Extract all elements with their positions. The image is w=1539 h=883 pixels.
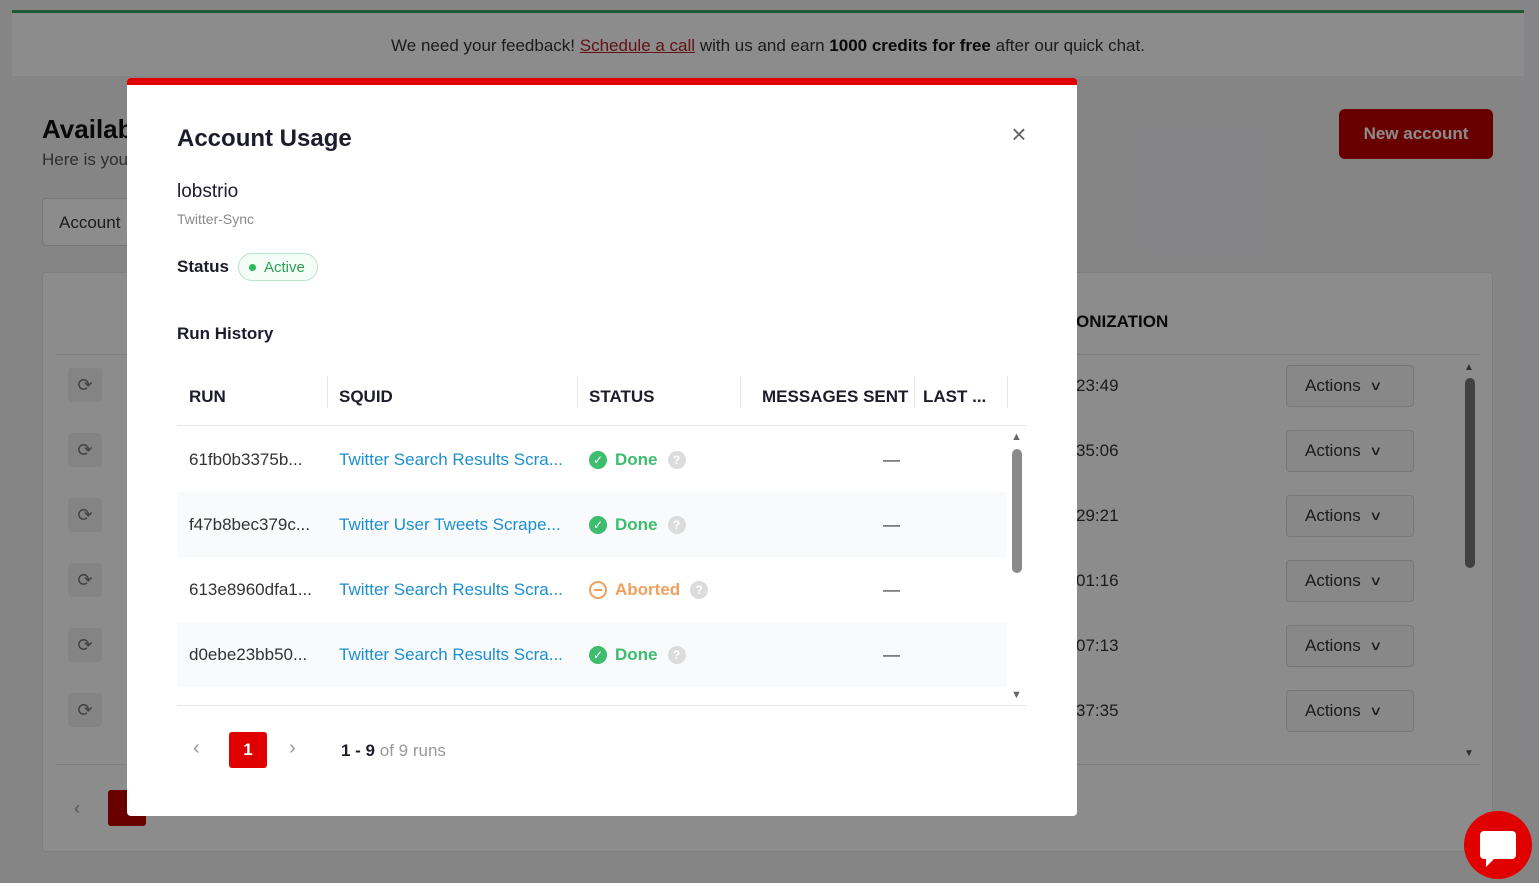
run-status-label: Done [615,644,658,664]
run-history-title: Run History [177,324,274,343]
messages-sent: — [883,579,900,599]
help-icon[interactable]: ? [690,580,709,599]
status-value: Active [264,258,305,276]
table-row[interactable]: 613e8960dfa1... Twitter Search Results S… [177,557,1007,622]
scroll-down-arrow-icon[interactable]: ▼ [1011,689,1022,701]
column-header-messages-sent[interactable]: MESSAGES SENT [762,368,908,426]
modal-title: Account Usage [177,125,352,152]
column-header-run[interactable]: RUN [189,368,226,426]
status-dot-icon [249,263,256,271]
column-resize-handle[interactable] [740,376,741,408]
pagination-range: 1 - 9 of 9 runs [341,741,446,761]
run-id: f47b8bec379c... [189,514,310,534]
run-status-label: Done [615,514,658,534]
column-resize-handle[interactable] [327,376,328,408]
scroll-up-arrow-icon[interactable]: ▲ [1011,431,1022,443]
run-id: 613e8960dfa1... [189,579,312,599]
account-usage-modal: Account Usage × lobstrio Twitter-Sync St… [127,78,1077,816]
next-page-icon[interactable]: › [289,737,296,760]
run-status: ✓ Done ? [589,622,686,687]
run-status-label: Aborted [615,579,681,599]
run-status: Aborted ? [589,557,709,622]
run-status: ✓ Done ? [589,492,686,557]
column-resize-handle[interactable] [1007,376,1008,408]
column-header-status[interactable]: STATUS [589,368,654,426]
chat-bubble-icon [1480,831,1516,867]
column-resize-handle[interactable] [577,376,578,408]
table-footer-divider [177,705,1027,706]
column-header-last[interactable]: LAST ... [923,368,986,426]
column-header-squid[interactable]: SQUID [339,368,393,426]
messages-sent: — [883,449,900,469]
run-id: 61fb0b3375b... [189,449,303,469]
squid-link[interactable]: Twitter Search Results Scra... [339,557,563,622]
help-icon[interactable]: ? [667,645,686,664]
table-row[interactable]: d0ebe23bb50... Twitter Search Results Sc… [177,622,1007,687]
column-resize-handle[interactable] [914,376,915,408]
pagination-range-value: 1 - 9 [341,741,376,760]
pagination-total: of 9 runs [379,741,446,760]
run-status-label: Done [615,449,658,469]
help-icon[interactable]: ? [667,515,686,534]
table-row[interactable]: 61fb0b3375b... Twitter Search Results Sc… [177,427,1007,492]
squid-link[interactable]: Twitter User Tweets Scrape... [339,492,561,557]
status-label: Status [177,257,229,276]
run-status: ✓ Done ? [589,427,686,492]
run-history-table-body: 61fb0b3375b... Twitter Search Results Sc… [177,427,1007,707]
messages-sent: — [883,644,900,664]
help-icon[interactable]: ? [667,450,686,469]
run-table-scrollbar-thumb[interactable] [1012,449,1022,573]
current-page-button[interactable]: 1 [229,732,267,768]
account-type: Twitter-Sync [177,211,255,227]
squid-link[interactable]: Twitter Search Results Scra... [339,622,563,687]
squid-link[interactable]: Twitter Search Results Scra... [339,427,563,492]
check-circle-icon: ✓ [589,450,607,469]
account-name: lobstrio [177,181,239,202]
status-badge: Active [238,253,318,281]
prev-page-icon[interactable]: ‹ [193,737,200,760]
table-row[interactable]: f47b8bec379c... Twitter User Tweets Scra… [177,492,1007,557]
run-history-table-header: RUN SQUID STATUS MESSAGES SENT LAST ... [177,368,1027,426]
close-icon[interactable]: × [1007,121,1031,147]
chat-widget-button[interactable] [1464,811,1532,879]
messages-sent: — [883,514,900,534]
check-circle-icon: ✓ [589,515,607,534]
check-circle-icon: ✓ [589,645,607,664]
minus-circle-icon [589,580,607,599]
run-id: d0ebe23bb50... [189,644,308,664]
